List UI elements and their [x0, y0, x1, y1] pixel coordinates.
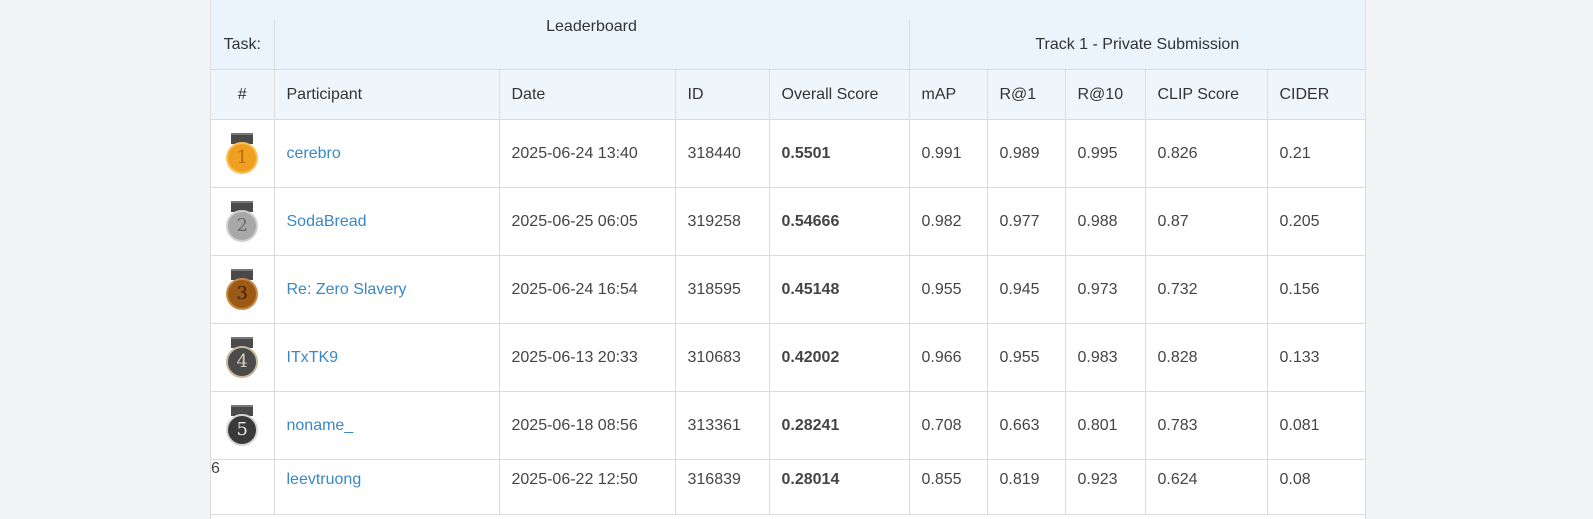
id-cell: 319258: [674, 187, 770, 256]
r1-cell: 0.819: [986, 459, 1066, 515]
leaderboard-panel: Task: Leaderboard Track 1 - Private Subm…: [210, 0, 1366, 519]
column-header-clip-score[interactable]: CLIP Score: [1144, 69, 1268, 120]
column-header-r10[interactable]: R@10: [1064, 69, 1146, 120]
table-row: 2 SodaBread 2025-06-25 06:05 319258 0.54…: [211, 187, 1365, 256]
id-cell: 310683: [674, 323, 770, 392]
map-cell: 0.966: [908, 323, 988, 392]
map-cell: 0.855: [908, 459, 988, 515]
participant-cell[interactable]: Re: Zero Slavery: [273, 255, 500, 324]
r10-cell: 0.995: [1064, 119, 1146, 188]
clip-score-cell: 0.826: [1144, 119, 1268, 188]
clip-score-cell: 0.624: [1144, 459, 1268, 515]
column-header-overall-score[interactable]: Overall Score: [768, 69, 910, 120]
participant-cell[interactable]: noname_: [273, 391, 500, 460]
overall-score-cell: 0.42002: [768, 323, 910, 392]
rank-cell: 1: [211, 119, 275, 188]
date-cell: 2025-06-22 12:50: [498, 459, 676, 515]
rank-cell: 4: [211, 323, 275, 392]
r10-cell: 0.988: [1064, 187, 1146, 256]
rank-cell: 2: [211, 187, 275, 256]
table-row: 5 noname_ 2025-06-18 08:56 313361 0.2824…: [211, 391, 1365, 460]
medal-5-icon: 5: [225, 404, 259, 447]
id-cell: 313361: [674, 391, 770, 460]
participant-cell[interactable]: SodaBread: [273, 187, 500, 256]
r10-cell: 0.973: [1064, 255, 1146, 324]
participant-cell[interactable]: ITxTK9: [273, 323, 500, 392]
date-cell: 2025-06-18 08:56: [498, 391, 676, 460]
cider-cell: 0.08: [1266, 459, 1365, 515]
map-cell: 0.955: [908, 255, 988, 324]
clip-score-cell: 0.783: [1144, 391, 1268, 460]
participant-cell[interactable]: cerebro: [273, 119, 500, 188]
participant-link[interactable]: Re: Zero Slavery: [287, 281, 407, 298]
cider-cell: 0.081: [1266, 391, 1365, 460]
leaderboard-title: Leaderboard: [273, 20, 910, 70]
overall-score-cell: 0.5501: [768, 119, 910, 188]
r1-cell: 0.663: [986, 391, 1066, 460]
bronze-medal-icon: 3: [225, 268, 259, 311]
r10-cell: 0.983: [1064, 323, 1146, 392]
overall-score-cell: 0.54666: [768, 187, 910, 256]
task-header-row: Task: Leaderboard Track 1 - Private Subm…: [211, 20, 1365, 70]
column-header-id[interactable]: ID: [674, 69, 770, 120]
rank-cell: 3: [211, 255, 275, 324]
rank-cell: 6: [211, 459, 275, 515]
cider-cell: 0.21: [1266, 119, 1365, 188]
table-row: 6 leevtruong 2025-06-22 12:50 316839 0.2…: [211, 459, 1365, 515]
task-label: Task:: [211, 20, 275, 70]
column-header-participant[interactable]: Participant: [273, 69, 500, 120]
clip-score-cell: 0.828: [1144, 323, 1268, 392]
r1-cell: 0.945: [986, 255, 1066, 324]
map-cell: 0.991: [908, 119, 988, 188]
date-cell: 2025-06-24 16:54: [498, 255, 676, 324]
cider-cell: 0.133: [1266, 323, 1365, 392]
column-header-row: # Participant Date ID Overall Score mAP …: [211, 69, 1365, 120]
clip-score-cell: 0.87: [1144, 187, 1268, 256]
column-header-date[interactable]: Date: [498, 69, 676, 120]
participant-link[interactable]: ITxTK9: [287, 349, 339, 366]
participant-link[interactable]: leevtruong: [287, 471, 362, 488]
participant-link[interactable]: SodaBread: [287, 213, 367, 230]
table-row: 3 Re: Zero Slavery 2025-06-24 16:54 3185…: [211, 255, 1365, 324]
cider-cell: 0.156: [1266, 255, 1365, 324]
table-row: 1 cerebro 2025-06-24 13:40 318440 0.5501…: [211, 119, 1365, 188]
overall-score-cell: 0.28241: [768, 391, 910, 460]
date-cell: 2025-06-13 20:33: [498, 323, 676, 392]
r1-cell: 0.977: [986, 187, 1066, 256]
participant-link[interactable]: noname_: [287, 417, 354, 434]
leaderboard-table: Task: Leaderboard Track 1 - Private Subm…: [211, 20, 1365, 515]
column-header-map[interactable]: mAP: [908, 69, 988, 120]
top-strip: [211, 0, 1365, 21]
rank-cell: 5: [211, 391, 275, 460]
column-header-rank[interactable]: #: [211, 69, 275, 120]
date-cell: 2025-06-24 13:40: [498, 119, 676, 188]
r1-cell: 0.989: [986, 119, 1066, 188]
overall-score-cell: 0.45148: [768, 255, 910, 324]
column-header-cider[interactable]: CIDER: [1266, 69, 1365, 120]
r10-cell: 0.801: [1064, 391, 1146, 460]
id-cell: 316839: [674, 459, 770, 515]
id-cell: 318595: [674, 255, 770, 324]
r10-cell: 0.923: [1064, 459, 1146, 515]
medal-4-icon: 4: [225, 336, 259, 379]
track-title: Track 1 - Private Submission: [908, 20, 1365, 70]
r1-cell: 0.955: [986, 323, 1066, 392]
participant-link[interactable]: cerebro: [287, 145, 341, 162]
silver-medal-icon: 2: [225, 200, 259, 243]
gold-medal-icon: 1: [225, 132, 259, 175]
map-cell: 0.982: [908, 187, 988, 256]
column-header-r1[interactable]: R@1: [986, 69, 1066, 120]
overall-score-cell: 0.28014: [768, 459, 910, 515]
map-cell: 0.708: [908, 391, 988, 460]
id-cell: 318440: [674, 119, 770, 188]
clip-score-cell: 0.732: [1144, 255, 1268, 324]
cider-cell: 0.205: [1266, 187, 1365, 256]
participant-cell[interactable]: leevtruong: [273, 459, 500, 515]
date-cell: 2025-06-25 06:05: [498, 187, 676, 256]
table-row: 4 ITxTK9 2025-06-13 20:33 310683 0.42002…: [211, 323, 1365, 392]
